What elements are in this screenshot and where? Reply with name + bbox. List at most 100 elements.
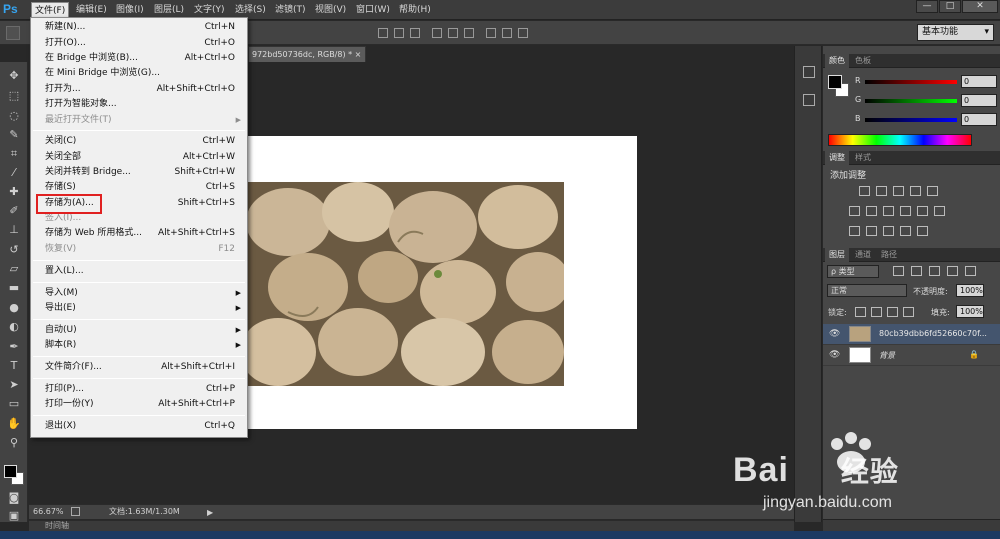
red-channel[interactable]: R 0 <box>855 75 997 88</box>
tab-channels[interactable]: 通道 <box>851 248 875 262</box>
photo-filter-icon[interactable] <box>900 206 911 216</box>
close-button[interactable]: ✕ <box>962 0 998 13</box>
align-bottom-icon[interactable] <box>410 28 420 38</box>
menu-item-automate[interactable]: 自动(U) ▶ <box>31 323 247 338</box>
crop-tool-icon[interactable]: ⌗ <box>6 146 22 162</box>
lock-position-icon[interactable] <box>887 307 898 317</box>
move-tool-preset-icon[interactable] <box>6 26 20 40</box>
distribute-top-icon[interactable] <box>486 28 496 38</box>
menu-item-file-info[interactable]: 文件简介(F)... Alt+Shift+Ctrl+I <box>31 360 247 375</box>
distribute-middle-icon[interactable] <box>502 28 512 38</box>
history-brush-tool-icon[interactable]: ↺ <box>6 242 22 258</box>
dodge-tool-icon[interactable]: ◐ <box>6 319 22 335</box>
blur-tool-icon[interactable]: ● <box>6 300 22 316</box>
layer-row-background[interactable]: 👁 背景 🔒 <box>823 345 1000 366</box>
brush-tool-icon[interactable]: ✐ <box>6 203 22 219</box>
menu-item-place[interactable]: 置入(L)... <box>31 264 247 279</box>
blend-mode-select[interactable]: 正常 <box>827 284 907 297</box>
gradient-map-icon[interactable] <box>900 226 911 236</box>
curves-icon[interactable] <box>893 186 904 196</box>
document-canvas[interactable] <box>228 136 637 429</box>
posterize-icon[interactable] <box>866 226 877 236</box>
color-balance-icon[interactable] <box>866 206 877 216</box>
menu-item-print[interactable]: 打印(P)... Ctrl+P <box>31 382 247 397</box>
marquee-tool-icon[interactable]: ⬚ <box>6 88 22 104</box>
threshold-icon[interactable] <box>883 226 894 236</box>
menu-view[interactable]: 视图(V) <box>312 3 349 17</box>
menu-help[interactable]: 帮助(H) <box>396 3 434 17</box>
menu-item-recent-files[interactable]: 最近打开文件(T) ▶ <box>31 113 247 128</box>
layer-name[interactable]: 背景 <box>879 350 997 361</box>
menu-item-revert[interactable]: 恢复(V) F12 <box>31 242 247 257</box>
maximize-button[interactable]: □ <box>939 0 961 13</box>
quick-select-tool-icon[interactable]: ✎ <box>6 127 22 143</box>
quick-mask-icon[interactable]: ◙ <box>6 490 22 506</box>
exposure-icon[interactable] <box>910 186 921 196</box>
color-lookup-icon[interactable] <box>934 206 945 216</box>
menu-select[interactable]: 选择(S) <box>232 3 269 17</box>
align-left-icon[interactable] <box>432 28 442 38</box>
document-tab[interactable]: 972bd50736dc, RGB/8) * × <box>248 46 366 62</box>
status-info-icon[interactable] <box>71 507 80 516</box>
color-spectrum[interactable] <box>828 134 972 146</box>
brightness-icon[interactable] <box>859 186 870 196</box>
tab-color[interactable]: 颜色 <box>825 54 849 68</box>
tab-paths[interactable]: 路径 <box>877 248 901 262</box>
menu-item-open-smart-object[interactable]: 打开为智能对象... <box>31 97 247 112</box>
tab-swatches[interactable]: 色板 <box>851 54 875 68</box>
layer-filter-select[interactable]: ρ 类型 <box>827 265 879 278</box>
color-panel-foreground[interactable] <box>828 75 842 89</box>
green-slider[interactable] <box>865 99 957 103</box>
menu-item-close-all[interactable]: 关闭全部 Alt+Ctrl+W <box>31 150 247 165</box>
gradient-tool-icon[interactable]: ▬ <box>6 280 22 296</box>
fill-input[interactable]: 100% <box>956 305 984 318</box>
menu-item-browse-mini-bridge[interactable]: 在 Mini Bridge 中浏览(G)... <box>31 66 247 81</box>
status-menu-arrow-icon[interactable]: ▶ <box>207 506 213 520</box>
move-tool-icon[interactable]: ✥ <box>6 68 22 84</box>
lock-image-icon[interactable] <box>871 307 882 317</box>
zoom-tool-icon[interactable]: ⚲ <box>6 435 22 451</box>
menu-item-print-one-copy[interactable]: 打印一份(Y) Alt+Shift+Ctrl+P <box>31 397 247 412</box>
foreground-color-swatch[interactable] <box>4 465 17 478</box>
menu-item-new[interactable]: 新建(N)... Ctrl+N <box>31 20 247 35</box>
menu-filter[interactable]: 滤镜(T) <box>272 3 309 17</box>
filter-type-icon[interactable] <box>929 266 940 276</box>
menu-item-open[interactable]: 打开(O)... Ctrl+O <box>31 36 247 51</box>
align-middle-icon[interactable] <box>394 28 404 38</box>
lock-all-icon[interactable] <box>903 307 914 317</box>
menu-window[interactable]: 窗口(W) <box>353 3 393 17</box>
menu-layer[interactable]: 图层(L) <box>151 3 187 17</box>
filter-adjustment-icon[interactable] <box>911 266 922 276</box>
align-center-icon[interactable] <box>448 28 458 38</box>
timeline-bar[interactable]: 时间轴 <box>29 520 794 531</box>
tab-adjustments[interactable]: 调整 <box>825 151 849 165</box>
menu-image[interactable]: 图像(I) <box>113 3 147 17</box>
red-slider[interactable] <box>865 80 957 84</box>
eraser-tool-icon[interactable]: ▱ <box>6 261 22 277</box>
lasso-tool-icon[interactable]: ◌ <box>6 108 22 124</box>
type-tool-icon[interactable]: T <box>6 358 22 374</box>
menu-item-close-go-bridge[interactable]: 关闭并转到 Bridge... Shift+Ctrl+W <box>31 165 247 180</box>
align-top-icon[interactable] <box>378 28 388 38</box>
distribute-bottom-icon[interactable] <box>518 28 528 38</box>
history-panel-icon[interactable] <box>803 66 815 78</box>
pen-tool-icon[interactable]: ✒ <box>6 339 22 355</box>
menu-item-export[interactable]: 导出(E) ▶ <box>31 301 247 316</box>
properties-panel-icon[interactable] <box>803 94 815 106</box>
clone-stamp-tool-icon[interactable]: ⊥ <box>6 222 22 238</box>
tab-styles[interactable]: 样式 <box>851 151 875 165</box>
green-value[interactable]: 0 <box>961 94 997 107</box>
menu-edit[interactable]: 编辑(E) <box>73 3 110 17</box>
selective-color-icon[interactable] <box>917 226 928 236</box>
green-channel[interactable]: G 0 <box>855 94 997 107</box>
menu-item-exit[interactable]: 退出(X) Ctrl+Q <box>31 419 247 434</box>
menu-file[interactable]: 文件(F) <box>31 2 70 18</box>
lock-pixels-icon[interactable] <box>855 307 866 317</box>
filter-shape-icon[interactable] <box>947 266 958 276</box>
menu-item-scripts[interactable]: 脚本(R) ▶ <box>31 338 247 353</box>
menu-item-browse-bridge[interactable]: 在 Bridge 中浏览(B)... Alt+Ctrl+O <box>31 51 247 66</box>
filter-smart-object-icon[interactable] <box>965 266 976 276</box>
levels-icon[interactable] <box>876 186 887 196</box>
menu-type[interactable]: 文字(Y) <box>191 3 228 17</box>
vibrance-icon[interactable] <box>927 186 938 196</box>
